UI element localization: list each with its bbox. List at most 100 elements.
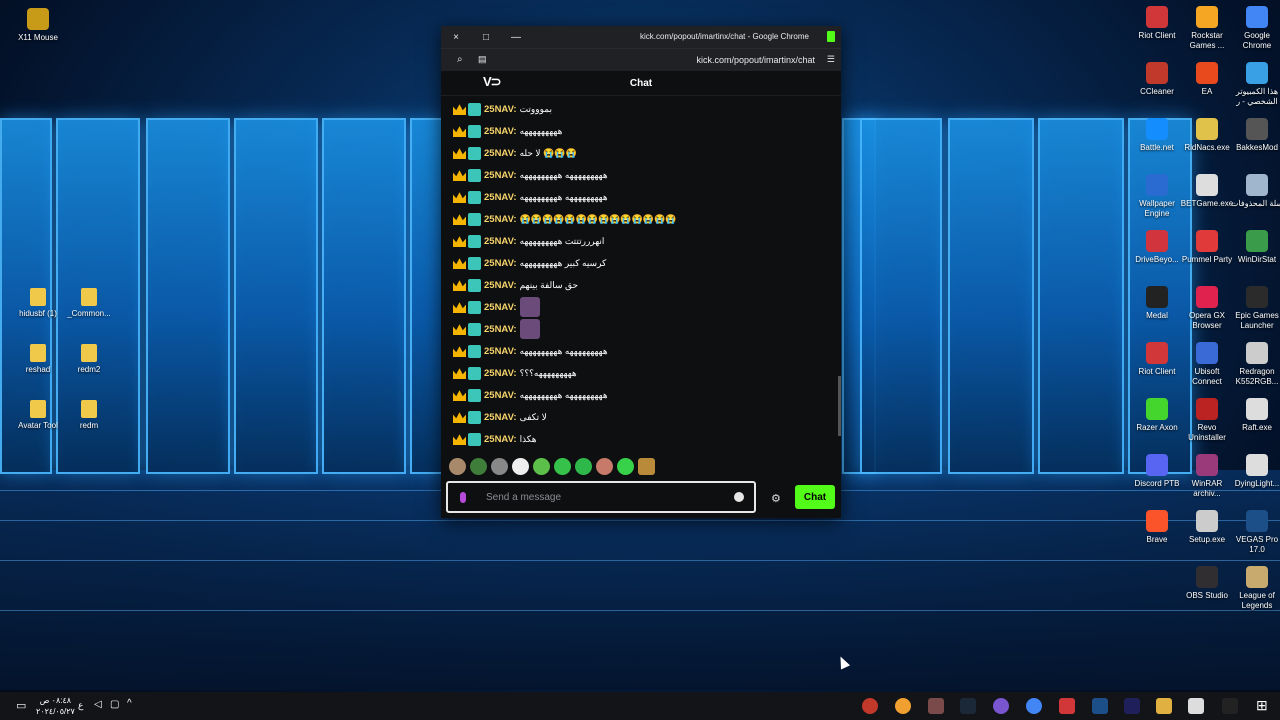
chat-username[interactable]: 25NAV: bbox=[484, 302, 517, 313]
desktop-icon[interactable]: Brave bbox=[1130, 510, 1184, 545]
emote-button[interactable] bbox=[596, 458, 613, 475]
chat-username[interactable]: 25NAV: bbox=[484, 346, 517, 357]
desktop-icon[interactable]: Riot Client bbox=[1130, 6, 1184, 41]
desktop-icon[interactable]: سلة المحذوفات bbox=[1230, 174, 1280, 209]
chat-username[interactable]: 25NAV: bbox=[484, 412, 517, 423]
emote-button[interactable] bbox=[575, 458, 592, 475]
taskbar-app-icon[interactable] bbox=[993, 698, 1009, 714]
emote-button[interactable] bbox=[512, 458, 529, 475]
emote-button[interactable] bbox=[554, 458, 571, 475]
chat-username[interactable]: 25NAV: bbox=[484, 368, 517, 379]
show-hidden-icons-chevron-icon[interactable]: ^ bbox=[127, 698, 132, 709]
medal-icon[interactable] bbox=[1222, 698, 1238, 714]
desktop-icon[interactable]: CCleaner bbox=[1130, 62, 1184, 97]
chat-scrollbar[interactable] bbox=[838, 376, 841, 436]
zoom-icon[interactable]: ⌕ bbox=[457, 54, 463, 65]
desktop-icon[interactable]: Setup.exe bbox=[1180, 510, 1234, 545]
taskbar-app-icon[interactable] bbox=[1188, 698, 1204, 714]
chat-username[interactable]: 25NAV: bbox=[484, 148, 517, 159]
desktop-icon-folder[interactable]: redm bbox=[62, 400, 116, 431]
app-icon bbox=[1196, 510, 1218, 532]
steam-icon[interactable] bbox=[960, 698, 976, 714]
vegas-icon[interactable] bbox=[1092, 698, 1108, 714]
desktop-icon-folder[interactable]: Avatar Tool bbox=[11, 400, 65, 431]
emote-button[interactable] bbox=[470, 458, 487, 475]
desktop-icon[interactable]: VEGAS Pro 17.0 bbox=[1230, 510, 1280, 555]
desktop-icon[interactable]: Revo Uninstaller bbox=[1180, 398, 1234, 443]
emote-button[interactable] bbox=[638, 458, 655, 475]
desktop-icon[interactable]: EA bbox=[1180, 62, 1234, 97]
desktop-icon[interactable]: Riot Client bbox=[1130, 342, 1184, 377]
minimize-button[interactable]: — bbox=[501, 32, 531, 43]
chat-username[interactable]: 25NAV: bbox=[484, 280, 517, 291]
desktop-icon[interactable]: Medal bbox=[1130, 286, 1184, 321]
desktop-icon[interactable]: Redragon K552RGB... bbox=[1230, 342, 1280, 387]
desktop-icon-folder[interactable]: hidusbf (1) bbox=[11, 288, 65, 319]
desktop-icon[interactable]: DyingLight... bbox=[1230, 454, 1280, 489]
chat-username[interactable]: 25NAV: bbox=[484, 104, 517, 115]
desktop-icon-folder[interactable]: redm2 bbox=[62, 344, 116, 375]
desktop-icon-x11-mouse[interactable]: X11 Mouse bbox=[11, 8, 65, 43]
desktop-icon[interactable]: BakkesMod bbox=[1230, 118, 1280, 153]
chat-message-list[interactable]: 25NAV: بموووتت 25NAV: هههههههههه 25NAV: لا حل… bbox=[441, 98, 841, 448]
desktop-icon[interactable]: OBS Studio bbox=[1180, 566, 1234, 601]
desktop-icon[interactable]: Discord PTB bbox=[1130, 454, 1184, 489]
emote-button[interactable] bbox=[533, 458, 550, 475]
desktop-icon[interactable]: Battle.net bbox=[1130, 118, 1184, 153]
desktop-icon[interactable]: League of Legends bbox=[1230, 566, 1280, 611]
desktop-icon[interactable]: WinRAR archiv... bbox=[1180, 454, 1234, 499]
chat-username[interactable]: 25NAV: bbox=[484, 192, 517, 203]
address-bar[interactable]: ⌕ ▤ kick.com/popout/imartinx/chat ☰ bbox=[441, 48, 841, 71]
chat-username[interactable]: 25NAV: bbox=[484, 258, 517, 269]
close-button[interactable]: × bbox=[441, 32, 471, 43]
emote-button[interactable] bbox=[491, 458, 508, 475]
chat-username[interactable]: 25NAV: bbox=[484, 324, 517, 335]
chat-username[interactable]: 25NAV: bbox=[484, 126, 517, 137]
site-info-icon[interactable]: ▤ bbox=[478, 54, 487, 65]
taskbar-app-icon[interactable] bbox=[928, 698, 944, 714]
desktop-icon[interactable]: Opera GX Browser bbox=[1180, 286, 1234, 331]
taskbar-app-icon[interactable] bbox=[895, 698, 911, 714]
desktop-icon[interactable]: RidNacs.exe bbox=[1180, 118, 1234, 153]
emote-button[interactable] bbox=[617, 458, 634, 475]
desktop-icon[interactable]: Epic Games Launcher bbox=[1230, 286, 1280, 331]
network-icon[interactable]: ▢ bbox=[110, 699, 119, 710]
emote-button[interactable] bbox=[449, 458, 466, 475]
desktop-icon[interactable]: BETGame.exe bbox=[1180, 174, 1234, 209]
desktop-icon[interactable]: هذا الكمبيوتر الشخصي - ر bbox=[1230, 62, 1280, 107]
microphone-icon[interactable] bbox=[460, 492, 466, 503]
settings-tune-icon[interactable]: ☰ bbox=[827, 54, 835, 65]
desktop-icon[interactable]: Pummel Party bbox=[1180, 230, 1234, 265]
windows-start-icon[interactable]: ⊞ bbox=[1256, 697, 1268, 714]
taskbar-app-icon[interactable] bbox=[862, 698, 878, 714]
chat-username[interactable]: 25NAV: bbox=[484, 214, 517, 225]
desktop-icon[interactable]: Rockstar Games ... bbox=[1180, 6, 1234, 51]
desktop-icon-folder[interactable]: _Common... bbox=[62, 288, 116, 319]
desktop-icon[interactable]: Google Chrome bbox=[1230, 6, 1280, 51]
volume-icon[interactable]: ◁ bbox=[94, 699, 102, 710]
desktop-icon[interactable]: DriveBeyo... bbox=[1130, 230, 1184, 265]
chat-username[interactable]: 25NAV: bbox=[484, 170, 517, 181]
clock[interactable]: ٠٨:٤٨ ص ٢٠٢٤/٠٥/٢٧ bbox=[36, 695, 75, 717]
send-chat-button[interactable]: Chat bbox=[795, 485, 835, 509]
after-effects-icon[interactable] bbox=[1124, 698, 1140, 714]
desktop-icon-folder[interactable]: reshad bbox=[11, 344, 65, 375]
riot-client-icon[interactable] bbox=[1059, 698, 1075, 714]
url-text[interactable]: kick.com/popout/imartinx/chat bbox=[696, 55, 815, 65]
desktop-icon[interactable]: Razer Axon bbox=[1130, 398, 1184, 433]
chat-settings-gear-icon[interactable]: ⚙ bbox=[771, 492, 781, 505]
maximize-button[interactable]: □ bbox=[471, 32, 501, 43]
chrome-icon[interactable] bbox=[1026, 698, 1042, 714]
emoji-picker-icon[interactable] bbox=[734, 492, 744, 502]
chat-username[interactable]: 25NAV: bbox=[484, 390, 517, 401]
chat-username[interactable]: 25NAV: bbox=[484, 236, 517, 247]
chat-username[interactable]: 25NAV: bbox=[484, 434, 517, 445]
language-indicator[interactable]: ع bbox=[78, 700, 83, 711]
desktop-icon[interactable]: Ubisoft Connect bbox=[1180, 342, 1234, 387]
file-explorer-icon[interactable] bbox=[1156, 698, 1172, 714]
notifications-icon[interactable]: ▭ bbox=[16, 699, 26, 712]
chat-input[interactable]: Send a message bbox=[446, 481, 756, 513]
desktop-icon[interactable]: Wallpaper Engine bbox=[1130, 174, 1184, 219]
desktop-icon[interactable]: WinDirStat bbox=[1230, 230, 1280, 265]
desktop-icon[interactable]: Raft.exe bbox=[1230, 398, 1280, 433]
